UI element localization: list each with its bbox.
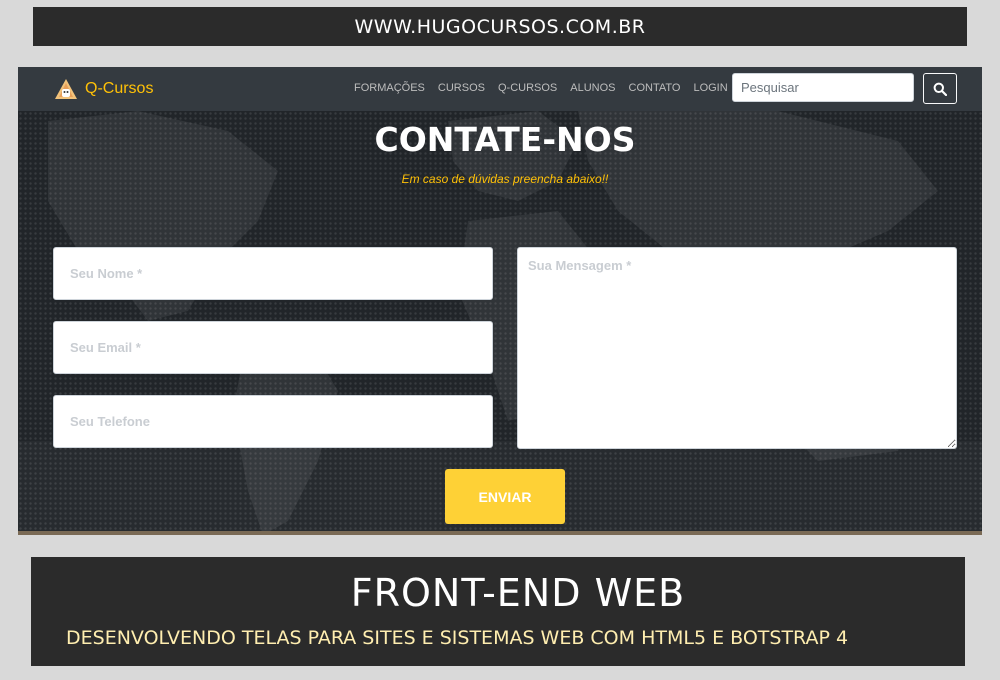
phone-field[interactable]	[53, 395, 493, 448]
search-input[interactable]	[732, 73, 914, 102]
brand[interactable]: Q-Cursos	[54, 78, 153, 100]
message-field[interactable]	[517, 247, 957, 449]
navbar: Q-Cursos FORMAÇÕES CURSOS Q-CURSOS ALUNO…	[18, 67, 982, 111]
course-title: FRONT-END WEB	[350, 571, 686, 615]
brand-name: Q-Cursos	[85, 80, 154, 97]
nav-link-alunos[interactable]: ALUNOS	[570, 82, 615, 94]
email-field[interactable]	[53, 321, 493, 374]
nav-link-q-cursos[interactable]: Q-CURSOS	[498, 82, 557, 94]
browser-screenshot: Q-Cursos FORMAÇÕES CURSOS Q-CURSOS ALUNO…	[18, 67, 982, 535]
nav-link-login[interactable]: LOGIN	[693, 82, 727, 94]
frame-bottom-edge	[18, 531, 982, 535]
name-field[interactable]	[53, 247, 493, 300]
page-title: CONTATE-NOS	[374, 120, 636, 159]
top-banner: WWW.HUGOCURSOS.COM.BR	[33, 7, 967, 46]
search-icon	[933, 82, 947, 96]
page-subtitle: Em caso de dúvidas preencha abaixo!!	[401, 172, 609, 186]
course-subtitle: DESENVOLVENDO TELAS PARA SITES E SISTEMA…	[66, 627, 849, 649]
course-banner: FRONT-END WEB DESENVOLVENDO TELAS PARA S…	[31, 557, 965, 666]
nav-link-contato[interactable]: CONTATO	[629, 82, 681, 94]
brand-logo-icon	[55, 79, 77, 99]
site-url-text: WWW.HUGOCURSOS.COM.BR	[354, 15, 646, 38]
nav-links: FORMAÇÕES CURSOS Q-CURSOS ALUNOS CONTATO…	[354, 82, 741, 94]
search-button[interactable]	[923, 73, 957, 104]
submit-button[interactable]: ENVIAR	[445, 469, 565, 524]
nav-link-formacoes[interactable]: FORMAÇÕES	[354, 82, 425, 94]
nav-link-cursos[interactable]: CURSOS	[438, 82, 485, 94]
